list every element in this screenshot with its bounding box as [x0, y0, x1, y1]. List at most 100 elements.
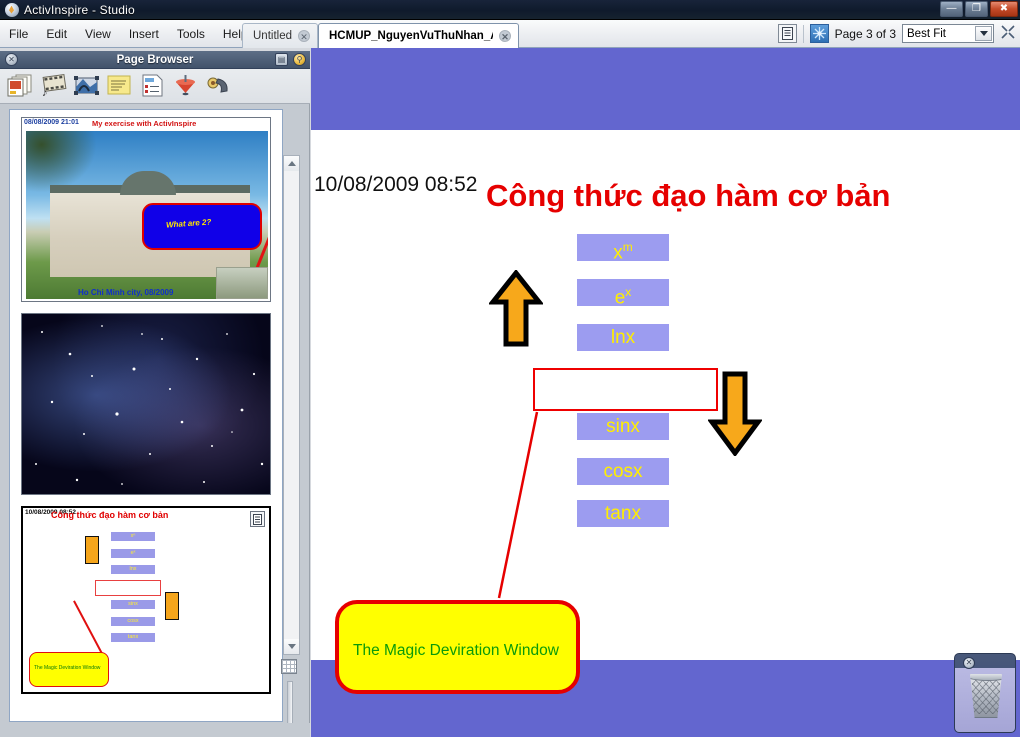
formula-xm-exp: m	[623, 240, 633, 254]
app-logo-icon	[5, 3, 19, 17]
thumb3-note-icon[interactable]	[250, 511, 265, 527]
activinspire-window: ActivInspire - Studio — ❐ ✖ File Edit Vi…	[0, 0, 1020, 737]
document-tabs: Untitled ✕ HCMUP_NguyenVuThuNhan_A ✕	[242, 21, 519, 48]
scroll-up-button[interactable]	[284, 156, 299, 171]
page-title: Công thức đạo hàm cơ bản	[486, 178, 890, 214]
tab-hcmup[interactable]: HCMUP_NguyenVuThuNhan_A ✕	[318, 23, 519, 48]
insert-shape-icon[interactable]	[73, 73, 101, 100]
minimize-button[interactable]: —	[940, 1, 963, 17]
thumb3-formula-4: sinx	[111, 600, 155, 609]
thumbnail-scrollbar[interactable]	[283, 155, 300, 655]
page-browser-toolbar: ♪	[0, 69, 310, 104]
formula-box-ex[interactable]: ex	[577, 279, 669, 306]
window-title: ActivInspire - Studio	[24, 3, 135, 17]
arrow-down-icon[interactable]	[708, 370, 762, 461]
thumb3-leader-line	[73, 601, 102, 655]
thumb1-balloon-text: What are 2?	[166, 217, 212, 229]
page-browser-title: Page Browser	[117, 54, 194, 66]
window-controls: — ❐ ✖	[940, 1, 1018, 17]
page-date: 10/08/2009 08:52	[314, 173, 478, 197]
restore-button[interactable]: ❐	[965, 1, 988, 17]
insert-media-icon[interactable]: ♪	[40, 73, 68, 100]
magic-window-box[interactable]	[533, 368, 718, 411]
thumb3-formula-1: xⁿ	[111, 532, 155, 541]
page-indicator: Page 3 of 3	[835, 27, 896, 41]
formula-box-cosx[interactable]: cosx	[577, 458, 669, 485]
scroll-down-button[interactable]	[284, 639, 299, 654]
thumb3-formula-2: eˣ	[111, 549, 155, 558]
zoom-select-value: Best Fit	[907, 28, 946, 40]
tab-hcmup-close-icon[interactable]: ✕	[499, 30, 511, 42]
formula-box-sinx[interactable]: sinx	[577, 413, 669, 440]
page-browser-footer	[0, 723, 310, 737]
page-thumbnail-2[interactable]	[21, 313, 271, 495]
thumb3-formula-3: lnx	[111, 565, 155, 574]
panel-dock-icon[interactable]: ▤	[275, 53, 288, 66]
menu-insert[interactable]: Insert	[120, 23, 168, 45]
close-icon: ✖	[1000, 4, 1008, 14]
bin-mesh-texture	[972, 678, 1000, 714]
tab-untitled-label: Untitled	[253, 30, 292, 42]
magic-window-callout[interactable]: The Magic Deviration Window	[335, 600, 580, 694]
trash-bin-icon[interactable]	[967, 674, 1005, 718]
menu-bar: File Edit View Insert Tools Help Untitle…	[0, 20, 1020, 48]
fullscreen-icon[interactable]	[1000, 24, 1016, 43]
thumb1-photo: What are 2? Ho Chi Minh city, 08/2009	[26, 131, 268, 299]
flipchart-page[interactable]: 10/08/2009 08:52 Công thức đạo hàm cơ bả…	[311, 130, 1020, 660]
trash-close-icon[interactable]: ✕	[963, 657, 975, 669]
page-browser-header: ✕ Page Browser ▤ ⚲	[0, 51, 310, 69]
zoom-select[interactable]: Best Fit	[902, 24, 994, 43]
menu-file[interactable]: File	[0, 23, 37, 45]
insert-question-icon[interactable]	[139, 73, 167, 100]
thumb1-title: My exercise with ActivInspire	[92, 119, 196, 128]
tab-untitled[interactable]: Untitled ✕	[242, 23, 318, 48]
page-thumbnail-1[interactable]: 08/08/2009 21:01 My exercise with ActivI…	[21, 117, 271, 302]
panel-pin-icon[interactable]: ⚲	[293, 53, 306, 66]
formula-ex-base: e	[615, 287, 626, 308]
thumb1-date: 08/08/2009 21:01	[24, 119, 79, 126]
formula-box-xm[interactable]: xm	[577, 234, 669, 261]
panel-close-icon[interactable]: ✕	[5, 53, 18, 66]
formula-box-lnx[interactable]: lnx	[577, 324, 669, 351]
thumb1-caption: Ho Chi Minh city, 08/2009	[78, 288, 173, 297]
chevron-down-icon[interactable]	[975, 26, 992, 41]
minimize-icon: —	[947, 4, 957, 14]
thumb3-callout-text: The Magic Deviration Window	[34, 665, 100, 671]
thumb3-arrow-up-icon	[85, 536, 99, 564]
thumb3-formula-6: tanx	[111, 633, 155, 642]
toolbar-separator	[803, 25, 804, 43]
flipchart-canvas[interactable]: 10/08/2009 08:52 Công thức đạo hàm cơ bả…	[311, 48, 1020, 737]
formula-box-tanx[interactable]: tanx	[577, 500, 669, 527]
tab-untitled-close-icon[interactable]: ✕	[298, 30, 310, 42]
title-bar: ActivInspire - Studio — ❐ ✖	[0, 0, 1020, 20]
thumb3-formula-5: cosx	[111, 617, 155, 626]
menu-list: File Edit View Insert Tools Help	[0, 20, 257, 47]
menu-tools[interactable]: Tools	[168, 23, 214, 45]
thumb2-space-image	[22, 314, 270, 494]
thumb1-balloon: What are 2?	[142, 203, 262, 250]
page-thumbnail-3[interactable]: 10/08/2009 08:52 Công thức đạo hàm cơ bả…	[21, 506, 271, 694]
spinner-tool-icon[interactable]	[172, 73, 200, 100]
page-toolbar: Page 3 of 3 Best Fit	[778, 20, 1020, 47]
close-button[interactable]: ✖	[990, 1, 1018, 17]
design-mode-icon[interactable]	[810, 24, 829, 43]
menu-view[interactable]: View	[76, 23, 120, 45]
page-browser-panel: ✕ Page Browser ▤ ⚲	[0, 51, 310, 737]
tab-hcmup-label: HCMUP_NguyenVuThuNhan_A	[329, 30, 493, 42]
trash-bin-widget[interactable]: ✕	[954, 653, 1016, 733]
formula-xm-base: x	[613, 242, 623, 263]
menu-edit[interactable]: Edit	[37, 23, 76, 45]
thumb3-title: Công thức đạo hàm cơ bản	[51, 510, 168, 520]
thumb3-arrow-down-icon	[165, 592, 179, 620]
arrow-up-icon[interactable]	[489, 270, 543, 353]
small-grid-icon[interactable]	[281, 659, 297, 674]
page-notes-icon[interactable]	[778, 24, 797, 43]
svg-text:♪: ♪	[42, 87, 48, 98]
page-thumbnail-list[interactable]: 08/08/2009 21:01 My exercise with ActivI…	[9, 109, 283, 722]
audio-tool-icon[interactable]	[205, 73, 233, 100]
callout-text: The Magic Deviration Window	[353, 642, 559, 660]
inset-photo	[216, 267, 268, 299]
insert-page-icon[interactable]	[7, 73, 35, 100]
insert-note-icon[interactable]	[106, 73, 134, 100]
restore-icon: ❐	[972, 4, 981, 14]
